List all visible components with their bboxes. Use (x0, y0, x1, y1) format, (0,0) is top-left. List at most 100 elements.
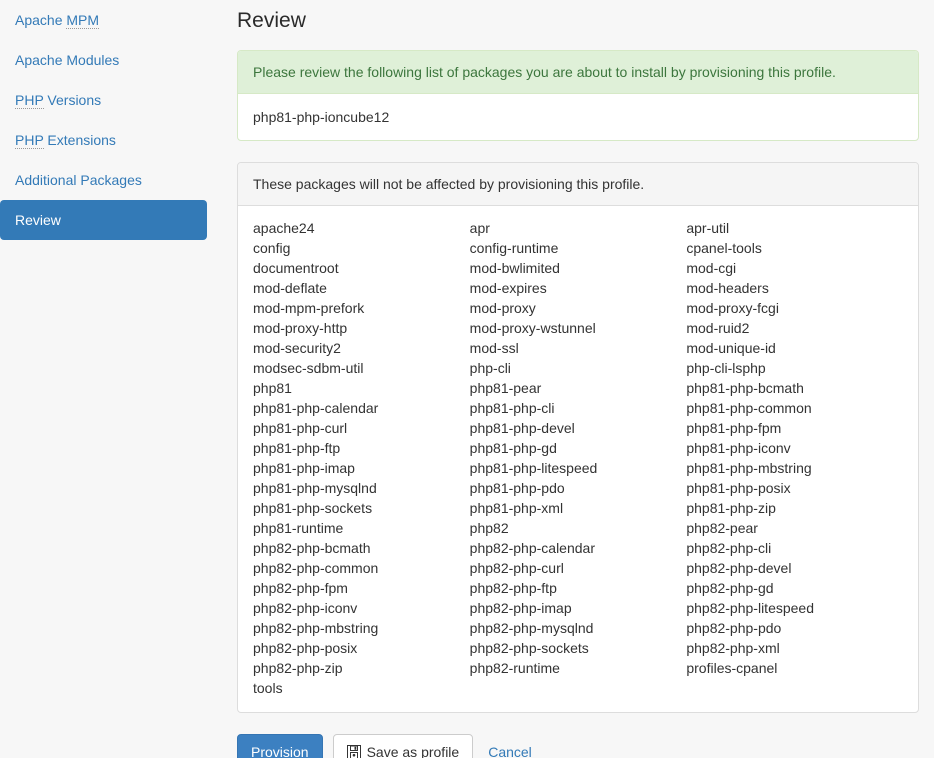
list-item: php81 (253, 380, 292, 396)
unaffected-packages-panel: These packages will not be affected by p… (237, 162, 919, 713)
wizard-sidebar-nav: Apache MPM Apache Modules PHP Versions P… (0, 0, 207, 240)
list-item: mod-deflate (253, 280, 327, 296)
list-item: apr (469, 220, 490, 236)
list-item: mod-proxy-wstunnel (469, 320, 596, 336)
list-item: php82-pear (686, 520, 758, 536)
list-item: php82-php-zip (253, 660, 343, 676)
sidebar-item-apache-modules[interactable]: Apache Modules (0, 40, 207, 80)
list-item: php82-php-fpm (253, 580, 348, 596)
list-item: php81-php-gd (469, 440, 557, 456)
list-item: mod-proxy-fcgi (686, 300, 779, 316)
save-as-profile-button[interactable]: Save as profile (332, 734, 474, 758)
page-title: Review (237, 9, 306, 32)
list-item: php82-php-imap (469, 600, 572, 616)
install-packages-heading: Please review the following list of pack… (238, 51, 918, 94)
list-item: php82-php-sockets (469, 640, 589, 656)
list-item: php81-php-pdo (469, 480, 565, 496)
list-item: mod-proxy-http (253, 320, 348, 336)
list-item: php81-php-iconv (686, 440, 791, 456)
list-item: php82-php-curl (469, 560, 564, 576)
list-item: php81-php-posix (686, 480, 791, 496)
unaffected-packages-columns: apache24 config documentroot mod-deflate mod… (238, 206, 918, 712)
list-item: php82-php-calendar (469, 540, 595, 556)
list-item: php81-php-devel (469, 420, 575, 436)
list-item: apache24 (253, 220, 315, 236)
sidebar-item-php-extensions[interactable]: PHP Extensions (0, 120, 207, 160)
list-item: php82-php-bcmath (253, 540, 371, 556)
list-item: php81-php-litespeed (469, 460, 598, 476)
sidebar-item-label: Apache MPM (15, 12, 100, 29)
list-item: php-cli-lsphp (686, 360, 766, 376)
list-item: php81-php-xml (469, 500, 564, 516)
list-item: php81-php-common (686, 400, 812, 416)
list-item: php82-php-ftp (469, 580, 557, 596)
floppy-disk-icon (346, 745, 361, 758)
provision-button[interactable]: Provision (237, 734, 323, 758)
abbr-php: PHP (15, 92, 44, 109)
list-item: cpanel-tools (686, 240, 762, 256)
list-item: php81-php-cli (469, 400, 555, 416)
list-item: php81-php-imap (253, 460, 355, 476)
abbr-php: PHP (15, 132, 44, 149)
list-item: apr-util (686, 220, 730, 236)
list-item: php82-php-iconv (253, 600, 358, 616)
list-item: php82-php-mysqlnd (469, 620, 594, 636)
list-item: php81-php-mysqlnd (253, 480, 377, 496)
list-item: mod-proxy (469, 300, 536, 316)
list-item: php81-php-ioncube12 (253, 109, 390, 125)
sidebar-item-additional-packages[interactable]: Additional Packages (0, 160, 207, 200)
list-item: php81-php-mbstring (686, 460, 812, 476)
list-item: php81-php-sockets (253, 500, 373, 516)
list-item: profiles-cpanel (686, 660, 778, 676)
list-item: config-runtime (469, 240, 559, 256)
list-item: php82-php-xml (686, 640, 780, 656)
list-item: mod-security2 (253, 340, 341, 356)
save-as-profile-label: Save as profile (366, 744, 460, 758)
list-item: php82-runtime (469, 660, 560, 676)
sidebar-item-label: Apache Modules (15, 52, 120, 68)
sidebar-item-review[interactable]: Review (0, 200, 207, 240)
list-item: php-cli (469, 360, 511, 376)
install-packages-panel: Please review the following list of pack… (237, 50, 919, 141)
list-item: php81-php-calendar (253, 400, 379, 416)
list-item: mod-bwlimited (469, 260, 560, 276)
list-item: php81-runtime (253, 520, 344, 536)
list-item: php82-php-common (253, 560, 379, 576)
list-item: mod-headers (686, 280, 769, 296)
list-item: php82-php-posix (253, 640, 358, 656)
sidebar-item-label: PHP Extensions (15, 132, 116, 149)
list-item: php81-php-bcmath (686, 380, 804, 396)
list-item: mod-ssl (469, 340, 519, 356)
list-item: php81-php-fpm (686, 420, 782, 436)
main-content: Review Please review the following list … (237, 0, 919, 758)
list-item: php82-php-litespeed (686, 600, 814, 616)
sidebar-item-label: Review (15, 212, 61, 228)
list-item: php82-php-pdo (686, 620, 782, 636)
list-item: php82-php-gd (686, 580, 774, 596)
list-item: tools (253, 680, 283, 696)
list-item: php82 (469, 520, 509, 536)
sidebar-item-label: PHP Versions (15, 92, 102, 109)
list-item: mod-expires (469, 280, 547, 296)
sidebar-item-php-versions[interactable]: PHP Versions (0, 80, 207, 120)
form-actions: Provision Save as profile Cancel (237, 734, 919, 758)
list-item: config (253, 240, 291, 256)
list-item: php81-php-zip (686, 500, 776, 516)
list-item: php81-php-curl (253, 420, 348, 436)
list-item: mod-mpm-prefork (253, 300, 365, 316)
list-item: mod-ruid2 (686, 320, 750, 336)
list-item: php81-php-ftp (253, 440, 341, 456)
unaffected-packages-heading: These packages will not be affected by p… (238, 163, 918, 206)
package-column-2: apr config-runtime mod-bwlimited mod-expire… (470, 218, 687, 698)
install-packages-body: php81-php-ioncube12 (238, 94, 918, 140)
list-item: php82-php-cli (686, 540, 772, 556)
cancel-link[interactable]: Cancel (483, 735, 537, 758)
sidebar-item-apache-mpm[interactable]: Apache MPM (0, 0, 207, 40)
list-item: mod-unique-id (686, 340, 776, 356)
list-item: php82-php-devel (686, 560, 792, 576)
provisioner-review-page: Apache MPM Apache Modules PHP Versions P… (0, 0, 934, 758)
list-item: mod-cgi (686, 260, 737, 276)
list-item: php81-pear (469, 380, 542, 396)
list-item: php82-php-mbstring (253, 620, 379, 636)
provision-button-label: Provision (251, 744, 309, 758)
